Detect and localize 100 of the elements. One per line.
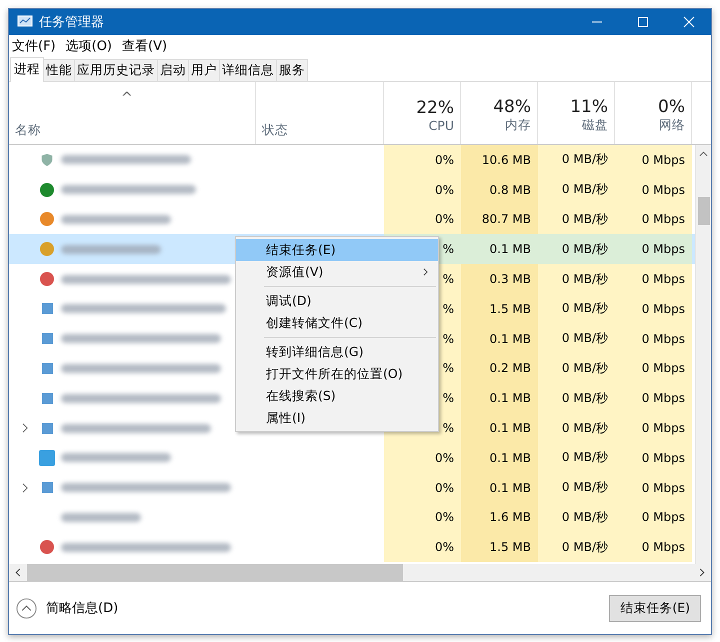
tab[interactable]: 进程 <box>10 57 44 82</box>
app-icon <box>39 241 55 258</box>
process-row[interactable]: 0% 1.6 MB 0 MB/秒 0 Mbps <box>9 502 695 532</box>
app-icon <box>42 333 52 344</box>
tab[interactable]: 服务 <box>276 59 308 81</box>
details-toggle[interactable]: 简略信息(D) <box>16 598 118 618</box>
disk-cell: 0 MB/秒 <box>562 270 608 288</box>
process-row[interactable]: 0% 10.6 MB 0 MB/秒 0 Mbps <box>9 145 695 175</box>
cpu-cell: % <box>442 391 454 406</box>
app-icon <box>39 211 55 228</box>
scroll-up-icon[interactable] <box>699 151 708 157</box>
app-icon <box>42 482 52 494</box>
menu-item[interactable]: 文件(F) <box>12 37 56 55</box>
column-header[interactable]: CPU <box>428 118 454 133</box>
sort-indicator: ^ <box>121 90 133 106</box>
maximize-icon[interactable] <box>637 16 649 28</box>
memory-cell: 0.1 MB <box>490 450 531 465</box>
network-cell: 0 Mbps <box>642 421 685 436</box>
disk-cell: 0 MB/秒 <box>562 210 608 228</box>
cpu-cell: % <box>442 332 454 346</box>
cpu-cell: 0% <box>434 212 454 226</box>
context-menu-item[interactable]: 属性(I) <box>236 407 438 429</box>
process-row[interactable]: 0% 0.1 MB 0 MB/秒 0 Mbps <box>9 442 695 473</box>
close-icon[interactable] <box>683 16 695 28</box>
tab[interactable]: 性能 <box>43 59 75 81</box>
memory-cell: 10.6 MB <box>482 152 531 167</box>
app-icon <box>42 303 52 314</box>
disk-cell: 0 MB/秒 <box>562 420 608 437</box>
cpu-cell: % <box>442 302 454 316</box>
app-icon <box>39 271 55 288</box>
chevron-right-icon[interactable] <box>22 423 28 434</box>
column-total: 22% <box>416 98 454 118</box>
memory-cell: 1.5 MB <box>490 302 531 316</box>
disk-cell: 0 MB/秒 <box>562 508 608 526</box>
menu-item[interactable]: 选项(O) <box>66 37 112 55</box>
tab[interactable]: 详细信息 <box>219 59 277 81</box>
network-cell: 0 Mbps <box>642 332 685 346</box>
column-total: 48% <box>493 97 531 117</box>
context-menu-item[interactable]: 创建转储文件(C) <box>236 312 438 334</box>
scrollbar-thumb[interactable] <box>698 197 710 225</box>
tab[interactable]: 应用历史记录 <box>74 59 158 81</box>
network-cell: 0 Mbps <box>642 480 685 495</box>
disk-cell: 0 MB/秒 <box>562 240 608 258</box>
app-icon <box>42 392 52 404</box>
memory-cell: 1.5 MB <box>490 540 531 554</box>
column-header[interactable]: 磁盘 <box>582 117 608 134</box>
cpu-cell: 0% <box>434 480 454 495</box>
app-icon <box>39 182 55 198</box>
network-cell: 0 Mbps <box>642 361 685 376</box>
context-menu-item[interactable]: 调试(D) <box>236 290 438 312</box>
network-cell: 0 Mbps <box>642 182 685 197</box>
cpu-cell: 0% <box>434 182 454 197</box>
app-icon <box>39 450 55 466</box>
menu-item[interactable]: 查看(V) <box>122 37 168 55</box>
column-header[interactable]: 网络 <box>659 117 685 134</box>
app-icon <box>42 362 52 374</box>
memory-cell: 80.7 MB <box>482 212 531 226</box>
disk-cell: 0 MB/秒 <box>562 151 608 168</box>
process-row[interactable]: 0% 1.5 MB 0 MB/秒 0 Mbps <box>9 532 695 562</box>
column-header[interactable]: 名称 <box>15 122 249 139</box>
cpu-cell: % <box>442 361 454 376</box>
chevron-right-icon[interactable] <box>22 482 28 493</box>
cpu-cell: % <box>442 421 454 436</box>
memory-cell: 0.1 MB <box>490 332 531 346</box>
network-cell: 0 Mbps <box>642 450 685 465</box>
shield-icon <box>40 152 54 168</box>
app-icon <box>42 422 52 434</box>
memory-cell: 0.1 MB <box>490 242 531 256</box>
context-menu-item[interactable]: 结束任务(E) <box>236 239 438 261</box>
end-task-button[interactable]: 结束任务(E) <box>609 594 701 622</box>
vertical-scrollbar[interactable] <box>695 145 711 564</box>
network-cell: 0 Mbps <box>642 391 685 406</box>
process-row[interactable]: 0% 80.7 MB 0 MB/秒 0 Mbps <box>9 204 695 234</box>
memory-cell: 0.1 MB <box>490 421 531 436</box>
disk-cell: 0 MB/秒 <box>562 449 608 466</box>
column-total: 0% <box>658 97 685 117</box>
scroll-right-icon[interactable] <box>699 568 705 577</box>
memory-cell: 1.6 MB <box>490 510 531 524</box>
column-header[interactable]: 内存 <box>505 117 531 134</box>
column-header[interactable]: 状态 <box>262 122 377 139</box>
scroll-left-icon[interactable] <box>15 568 21 577</box>
memory-cell: 0.1 MB <box>490 480 531 495</box>
context-menu-item[interactable]: 打开文件所在的位置(O) <box>236 363 438 385</box>
tab[interactable]: 启动 <box>157 59 189 81</box>
context-menu-item[interactable]: 在线搜索(S) <box>236 385 438 407</box>
process-row[interactable]: 0% 0.8 MB 0 MB/秒 0 Mbps <box>9 174 695 205</box>
context-menu-item[interactable]: 转到详细信息(G) <box>236 341 438 363</box>
collapse-icon <box>16 598 37 618</box>
process-row[interactable]: 0% 0.1 MB 0 MB/秒 0 Mbps <box>9 472 695 503</box>
window-title: 任务管理器 <box>39 14 104 31</box>
disk-cell: 0 MB/秒 <box>562 330 608 348</box>
horizontal-scrollbar[interactable] <box>9 564 711 582</box>
tab[interactable]: 用户 <box>188 59 220 81</box>
disk-cell: 0 MB/秒 <box>562 479 608 496</box>
memory-cell: 0.8 MB <box>490 182 531 197</box>
network-cell: 0 Mbps <box>642 272 685 286</box>
app-icon <box>39 539 55 556</box>
network-cell: 0 Mbps <box>642 212 685 226</box>
cpu-cell: % <box>442 272 454 286</box>
cpu-cell: 0% <box>434 540 454 554</box>
